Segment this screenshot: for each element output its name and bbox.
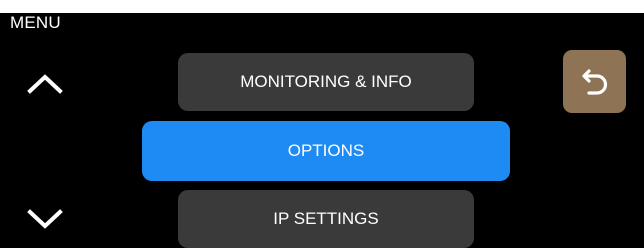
menu-item-label: MONITORING & INFO	[240, 72, 412, 91]
scroll-down-button[interactable]	[25, 203, 65, 233]
back-arrow-icon	[581, 68, 607, 95]
menu-item-options[interactable]: OPTIONS	[142, 121, 510, 181]
menu-item-monitoring-info[interactable]: MONITORING & INFO	[178, 53, 474, 111]
scroll-up-button[interactable]	[25, 68, 65, 98]
page-title: MENU	[10, 13, 61, 32]
chevron-down-icon	[27, 209, 63, 229]
back-button[interactable]	[563, 50, 626, 113]
menu-item-label: IP SETTINGS	[273, 209, 379, 228]
menu-item-label: OPTIONS	[287, 141, 365, 160]
chevron-up-icon	[27, 74, 63, 94]
menu-item-ip-settings[interactable]: IP SETTINGS	[178, 190, 474, 248]
